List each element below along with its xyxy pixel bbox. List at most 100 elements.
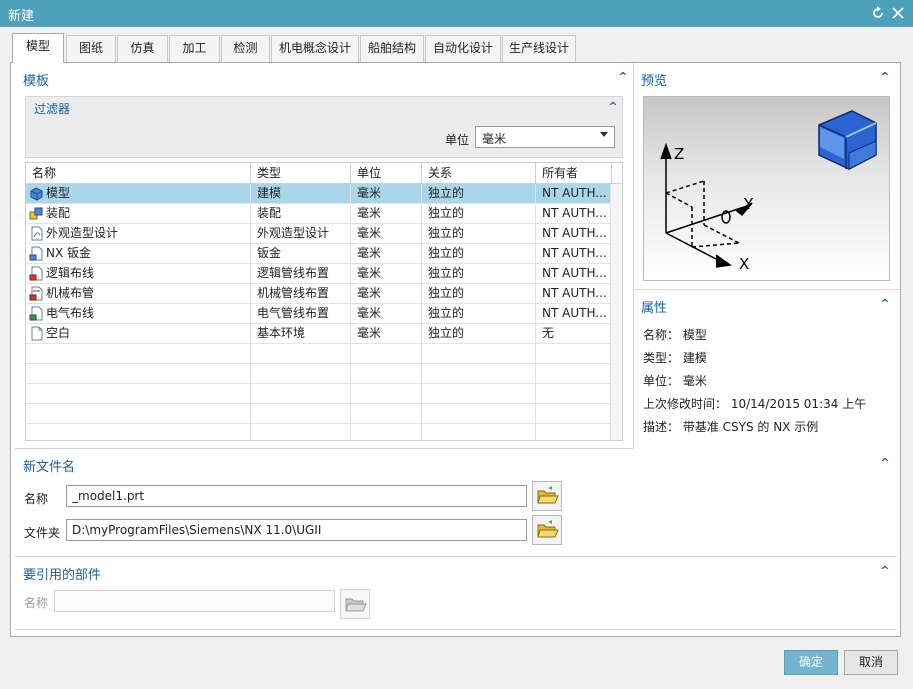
blank-document-icon — [29, 326, 44, 341]
row-relation: 独立的 — [422, 324, 536, 344]
row-owner: NT AUTH... — [542, 306, 607, 320]
table-scrollbar[interactable] — [610, 184, 622, 440]
reference-section-title: 要引用的部件 — [23, 568, 102, 583]
chevron-down-icon — [600, 132, 608, 137]
property-modified: 上次修改时间： 10/14/2015 01:34 上午 — [643, 397, 867, 411]
row-unit: 毫米 — [351, 204, 422, 224]
shape-studio-icon — [29, 226, 44, 241]
file-name-input[interactable]: _model1.prt — [66, 485, 527, 507]
table-row[interactable]: 逻辑布线 逻辑管线布置 毫米 独立的 NT AUTH... — [26, 264, 612, 284]
column-header-type[interactable]: 类型 — [251, 163, 351, 184]
template-collapse-icon[interactable]: ^ — [616, 70, 630, 84]
folder-open-icon — [537, 520, 559, 538]
filter-collapse-icon[interactable]: ^ — [606, 100, 620, 114]
preview-section-title: 预览 — [641, 74, 668, 89]
empty-row — [26, 344, 612, 364]
row-relation: 独立的 — [422, 244, 536, 264]
folder-label: 文件夹 — [24, 526, 61, 540]
row-unit: 毫米 — [351, 244, 422, 264]
table-row[interactable]: 空白 基本环境 毫米 独立的 无 — [26, 324, 612, 344]
row-type: 电气管线布置 — [251, 304, 351, 324]
row-owner: NT AUTH... — [542, 246, 607, 260]
cancel-button[interactable]: 取消 — [844, 650, 898, 675]
unit-label: 单位 — [445, 133, 470, 147]
row-name: 装配 — [46, 206, 71, 220]
folder-input[interactable]: D:\myProgramFiles\Siemens\NX 11.0\UGII — [66, 519, 527, 541]
tab-manufacturing[interactable]: 加工 — [169, 35, 220, 62]
tab-drawing[interactable]: 图纸 — [66, 35, 116, 62]
row-name: NX 钣金 — [46, 246, 92, 260]
column-header-unit[interactable]: 单位 — [351, 163, 422, 184]
header-filler — [612, 163, 622, 184]
logical-routing-icon — [29, 266, 44, 281]
properties-collapse-icon[interactable]: ^ — [878, 297, 892, 311]
browse-folder-button[interactable] — [532, 515, 562, 545]
column-header-relation[interactable]: 关系 — [422, 163, 536, 184]
row-unit: 毫米 — [351, 304, 422, 324]
tab-ship-structures[interactable]: 船舶结构 — [360, 35, 424, 62]
row-name: 外观造型设计 — [46, 226, 119, 240]
row-owner: NT AUTH... — [542, 266, 607, 280]
property-description: 描述： 带基准 CSYS 的 NX 示例 — [643, 420, 819, 434]
row-type: 机械管线布置 — [251, 284, 351, 304]
window-title: 新建 — [8, 9, 35, 24]
sheet-metal-icon — [29, 246, 44, 261]
table-row[interactable]: 模型 建模 毫米 独立的 NT AUTH... — [26, 184, 612, 204]
dialog-panel: 模板 ^ 过滤器 ^ 单位 毫米 名称 类型 单位 关系 所有者 模型 建模 毫… — [10, 62, 901, 637]
empty-row — [26, 424, 612, 440]
column-header-owner[interactable]: 所有者 — [536, 163, 612, 184]
table-row[interactable]: NX 钣金 钣金 毫米 独立的 NT AUTH... — [26, 244, 612, 264]
tab-model[interactable]: 模型 — [12, 33, 64, 63]
row-name: 逻辑布线 — [46, 266, 95, 280]
row-owner: NT AUTH... — [542, 186, 607, 200]
browse-reference-button[interactable] — [340, 589, 370, 619]
empty-row — [26, 404, 612, 424]
close-icon[interactable] — [889, 3, 907, 23]
table-row[interactable]: 电气布线 电气管线布置 毫米 独立的 NT AUTH... — [26, 304, 612, 324]
reference-name-label: 名称 — [24, 596, 49, 610]
row-owner: NT AUTH... — [542, 286, 607, 300]
tab-inspection[interactable]: 检测 — [221, 35, 270, 62]
tab-simulation[interactable]: 仿真 — [117, 35, 168, 62]
tab-line-designer[interactable]: 生产线设计 — [502, 35, 576, 62]
divider — [633, 63, 634, 449]
assembly-icon — [29, 206, 44, 221]
row-unit: 毫米 — [351, 324, 422, 344]
reset-icon[interactable] — [869, 3, 887, 23]
new-file-collapse-icon[interactable]: ^ — [878, 456, 892, 470]
reference-name-input[interactable] — [54, 590, 335, 612]
tab-automation-design[interactable]: 自动化设计 — [425, 35, 501, 62]
preview-image: Z Y X — [643, 96, 890, 281]
template-table: 名称 类型 单位 关系 所有者 模型 建模 毫米 独立的 NT AUTH... … — [25, 162, 623, 441]
filter-title: 过滤器 — [34, 102, 71, 116]
template-section-title: 模板 — [23, 74, 50, 89]
table-row[interactable]: 装配 装配 毫米 独立的 NT AUTH... — [26, 204, 612, 224]
filter-group: 过滤器 ^ 单位 毫米 — [25, 96, 623, 158]
divider — [15, 629, 897, 630]
row-type: 建模 — [251, 184, 351, 204]
reference-collapse-icon[interactable]: ^ — [878, 564, 892, 578]
row-unit: 毫米 — [351, 184, 422, 204]
row-relation: 独立的 — [422, 204, 536, 224]
row-relation: 独立的 — [422, 304, 536, 324]
browse-name-button[interactable] — [532, 481, 562, 511]
row-relation: 独立的 — [422, 264, 536, 284]
row-name: 电气布线 — [46, 306, 95, 320]
properties-section-title: 属性 — [641, 301, 668, 316]
row-unit: 毫米 — [351, 264, 422, 284]
row-type: 外观造型设计 — [251, 224, 351, 244]
row-owner: NT AUTH... — [542, 206, 607, 220]
row-relation: 独立的 — [422, 224, 536, 244]
empty-row — [26, 364, 612, 384]
row-name: 模型 — [46, 186, 71, 200]
ok-button[interactable]: 确定 — [784, 650, 838, 675]
row-unit: 毫米 — [351, 224, 422, 244]
folder-open-icon — [345, 598, 367, 612]
electrical-routing-icon — [29, 306, 44, 321]
table-row[interactable]: 机械布管 机械管线布置 毫米 独立的 NT AUTH... — [26, 284, 612, 304]
unit-select[interactable]: 毫米 — [475, 126, 615, 148]
table-row[interactable]: 外观造型设计 外观造型设计 毫米 独立的 NT AUTH... — [26, 224, 612, 244]
column-header-name[interactable]: 名称 — [26, 163, 251, 184]
preview-collapse-icon[interactable]: ^ — [878, 70, 892, 84]
tab-mechatronics[interactable]: 机电概念设计 — [271, 35, 359, 62]
